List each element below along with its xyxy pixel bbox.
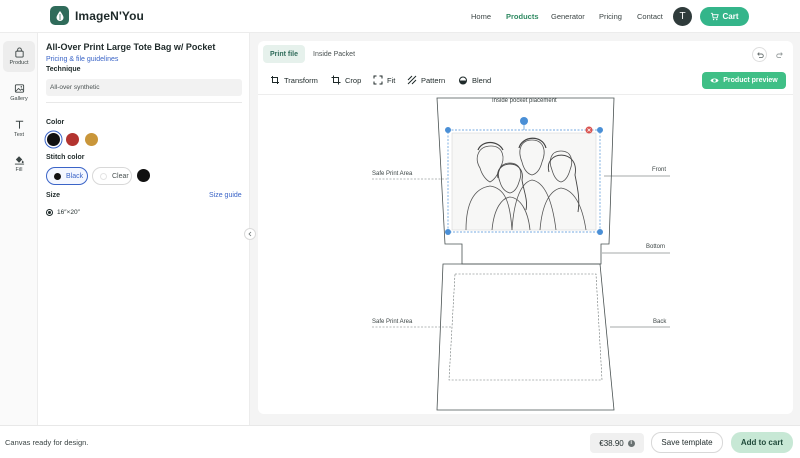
front-label: Front [652, 167, 667, 173]
tool-label: Fit [387, 75, 396, 85]
tool-fit[interactable]: Fit [373, 75, 395, 85]
stitch-color-swatch[interactable] [137, 169, 150, 182]
status-text: Canvas ready for design. [5, 438, 89, 447]
resize-handle-top-right[interactable] [597, 127, 603, 133]
tool-label: Transform [284, 75, 318, 85]
rail-item-gallery[interactable]: Gallery [3, 77, 35, 108]
tool-crop[interactable]: Crop [331, 75, 361, 85]
logo[interactable] [50, 6, 69, 25]
technique-select[interactable]: All-over synthetic [46, 79, 242, 96]
inside-pocket-label: Inside pocket placement [492, 98, 557, 104]
tool-pattern[interactable]: Pattern [407, 75, 445, 85]
tool-label: Crop [345, 75, 362, 85]
eye-icon [710, 78, 719, 83]
size-label: Size [46, 192, 61, 199]
color-swatch-red[interactable] [66, 133, 79, 146]
divider [46, 102, 242, 103]
tool-label: Blend [472, 75, 492, 85]
tab-print-file[interactable]: Print file [263, 45, 306, 63]
tool-label: Pattern [421, 75, 446, 85]
info-icon[interactable]: i [627, 439, 635, 447]
redo-button[interactable] [772, 47, 787, 62]
preview-label: Product preview [723, 77, 778, 84]
price-display[interactable]: €38.90 i [590, 433, 644, 453]
back-label: Back [653, 319, 667, 325]
price-value: €38.90 [599, 438, 624, 448]
safe-area-label-bottom: Safe Print Area [372, 319, 413, 325]
rail-item-fill[interactable]: Fill [3, 148, 35, 179]
add-to-cart-button[interactable]: Add to cart [731, 432, 793, 453]
technique-label: Technique [46, 66, 81, 73]
tool-transform[interactable]: Transform [270, 75, 318, 85]
resize-handle-bottom-right[interactable] [597, 229, 603, 235]
color-swatch-black[interactable] [47, 133, 60, 146]
transform-icon [271, 76, 279, 84]
nav-home[interactable]: Home [471, 12, 491, 21]
stitch-option-label: Black [66, 172, 84, 180]
collapse-panel-button[interactable] [244, 228, 256, 240]
size-guide-link[interactable]: Size guide [209, 192, 242, 199]
nav-products[interactable]: Products [506, 12, 539, 21]
resize-handle-top-left[interactable] [445, 127, 451, 133]
safe-area-label-top: Safe Print Area [372, 171, 413, 177]
rail-label: Product [9, 60, 29, 66]
nav-contact[interactable]: Contact [637, 12, 663, 21]
size-value: 16″×20″ [57, 209, 80, 216]
family-sketch-artwork[interactable] [451, 132, 597, 231]
nav-generator[interactable]: Generator [551, 12, 585, 21]
bottom-label: Bottom [646, 244, 666, 250]
crop-icon [331, 75, 341, 85]
color-label: Color [46, 119, 65, 126]
image-icon [14, 84, 24, 93]
text-icon [15, 120, 23, 129]
tool-rail: Product Gallery Text Fill [0, 33, 38, 425]
stitch-dot [54, 172, 61, 180]
top-header: ImageN'You Home Products Generator Prici… [0, 0, 800, 33]
pricing-guidelines-link[interactable]: Pricing & file guidelines [46, 56, 118, 63]
rail-label: Gallery [10, 96, 28, 102]
user-avatar[interactable]: T [673, 7, 692, 26]
stitch-color-label: Stitch color [46, 154, 85, 161]
product-preview-button[interactable]: Product preview [702, 72, 786, 89]
rail-item-product[interactable]: Product [3, 41, 35, 72]
tab-inside-pocket[interactable]: Inside Packet [306, 45, 362, 63]
stitch-option-clear[interactable]: Clear [92, 167, 132, 185]
stitch-option-black[interactable]: Black [46, 167, 88, 185]
fill-bucket-icon [14, 156, 24, 165]
blend-icon [459, 76, 467, 85]
bag-icon [14, 47, 24, 58]
toolbar-divider [258, 94, 793, 95]
undo-button[interactable] [752, 47, 767, 62]
product-title: All-Over Print Large Tote Bag w/ Pocket [46, 42, 216, 52]
cart-icon [711, 12, 720, 21]
cart-button[interactable]: Cart [700, 7, 749, 26]
stitch-option-label: Clear [112, 172, 129, 180]
undo-icon [756, 51, 764, 58]
size-radio[interactable] [46, 209, 53, 216]
color-swatch-mustard[interactable] [85, 133, 98, 146]
product-options-panel: All-Over Print Large Tote Bag w/ Pocket … [38, 33, 250, 425]
stitch-dot [100, 172, 107, 180]
nav-pricing[interactable]: Pricing [599, 12, 622, 21]
brand-name[interactable]: ImageN'You [75, 9, 144, 23]
delete-icon[interactable] [585, 126, 593, 134]
save-template-button[interactable]: Save template [651, 432, 723, 453]
chevron-left-icon [248, 231, 252, 237]
rail-label: Fill [15, 167, 23, 173]
rail-label: Text [13, 132, 25, 138]
fit-icon [373, 75, 383, 85]
cart-label: Cart [722, 12, 739, 21]
resize-handle-bottom-left[interactable] [445, 229, 451, 235]
footer-bar: Canvas ready for design. €38.90 i Save t… [0, 425, 800, 458]
redo-icon [775, 51, 783, 58]
rotate-handle[interactable] [520, 117, 528, 125]
rail-item-text[interactable]: Text [3, 113, 35, 144]
pattern-icon [407, 75, 417, 85]
tool-blend[interactable]: Blend [458, 75, 491, 85]
drop-logo-icon [56, 10, 63, 21]
